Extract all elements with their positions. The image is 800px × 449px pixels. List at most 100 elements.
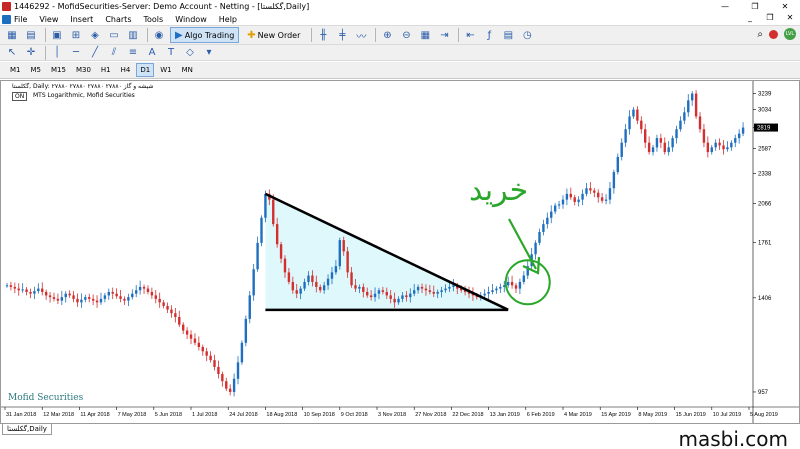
label-tool-icon[interactable]: T: [163, 45, 179, 61]
price-chart[interactable]: 3239303428192587233820661761140695728193…: [1, 81, 799, 423]
candle-body: [334, 266, 338, 273]
text-tool-icon[interactable]: A: [144, 45, 160, 61]
candle-body: [9, 285, 13, 287]
candle-body: [189, 334, 193, 339]
menu-view[interactable]: View: [39, 15, 58, 24]
indicator-on-button[interactable]: ON: [12, 92, 28, 101]
search-icon[interactable]: ⌕: [757, 29, 763, 40]
candle-body: [315, 281, 318, 287]
terminal-icon[interactable]: ▭: [106, 27, 122, 43]
periods-icon[interactable]: ◷: [519, 27, 535, 43]
timeframe-mn[interactable]: MN: [178, 63, 197, 77]
candle-body: [287, 272, 291, 282]
algo-trading-button[interactable]: ▶ Algo Trading: [170, 27, 240, 43]
close-button[interactable]: ✕: [770, 0, 800, 13]
crosshair-icon[interactable]: ✛: [23, 45, 39, 61]
timeframe-m15[interactable]: M15: [47, 63, 70, 77]
mdi-close-button[interactable]: ✕: [780, 13, 800, 22]
candle-body: [397, 298, 400, 303]
candle-body: [487, 291, 490, 294]
navigator-icon[interactable]: ◈: [87, 27, 103, 43]
timeframe-m30[interactable]: M30: [72, 63, 95, 77]
menu-charts[interactable]: Charts: [105, 15, 131, 24]
fibonacci-icon[interactable]: ≡: [125, 45, 141, 61]
timeframe-m5[interactable]: M5: [27, 63, 46, 77]
profiles-icon[interactable]: ▤: [23, 27, 39, 43]
candle-body: [499, 286, 502, 289]
timeframe-w1[interactable]: W1: [156, 63, 175, 77]
candle-body: [91, 298, 95, 301]
menu-file[interactable]: File: [14, 15, 27, 24]
candle-body: [436, 291, 439, 294]
auto-scroll-icon[interactable]: ⇥: [436, 27, 452, 43]
cursor-icon[interactable]: ↖: [4, 45, 20, 61]
candle-body: [13, 286, 17, 289]
channel-icon[interactable]: ⫽: [106, 45, 122, 61]
candle-body: [48, 295, 52, 298]
indicators-icon[interactable]: ƒ: [481, 27, 497, 43]
candle-body: [358, 286, 361, 289]
candle-body: [600, 197, 604, 201]
mdi-restore-button[interactable]: ❐: [760, 13, 780, 22]
minimize-button[interactable]: —: [710, 0, 740, 13]
chart-tab[interactable]: گکلستا,Daily: [2, 424, 52, 435]
candle-body: [111, 291, 114, 294]
line-chart-icon[interactable]: 〰: [353, 27, 369, 43]
new-chart-icon[interactable]: ▦: [4, 27, 20, 43]
mdi-minimize-button[interactable]: _: [740, 13, 760, 22]
timeframe-m1[interactable]: M1: [6, 63, 25, 77]
bar-chart-icon[interactable]: ╫: [315, 27, 331, 43]
x-tick-label: 15 Apr 2019: [601, 412, 631, 418]
candlestick-chart-icon[interactable]: ╪: [334, 27, 350, 43]
candle-body: [389, 295, 392, 299]
menu-help[interactable]: Help: [219, 15, 237, 24]
candle-body: [632, 109, 635, 117]
toolbar-divider: [311, 28, 313, 42]
trendline-icon[interactable]: ╱: [87, 45, 103, 61]
chart-shift-icon[interactable]: ⇤: [462, 27, 478, 43]
menu-tools[interactable]: Tools: [143, 15, 163, 24]
x-tick-label: 8 May 2019: [638, 412, 667, 418]
candle-body: [644, 129, 647, 143]
candle-body: [205, 351, 208, 356]
zoom-in-icon[interactable]: ⊕: [379, 27, 395, 43]
y-tick-label: 1761: [758, 241, 772, 247]
candle-body: [131, 293, 134, 298]
more-tools-icon[interactable]: ▾: [201, 45, 217, 61]
templates-icon[interactable]: ▤: [500, 27, 516, 43]
candle-body: [291, 281, 295, 291]
candle-body: [260, 217, 263, 243]
timeframe-d1[interactable]: D1: [136, 63, 155, 77]
timeframe-h4[interactable]: H4: [117, 63, 135, 77]
strategy-tester-icon[interactable]: ▥: [125, 27, 141, 43]
notification-icon[interactable]: [769, 29, 778, 39]
vertical-line-icon[interactable]: │: [49, 45, 65, 61]
candle-body: [730, 142, 733, 148]
shapes-icon[interactable]: ◇: [182, 45, 198, 61]
candle-body: [432, 291, 435, 294]
candle-body: [409, 293, 412, 298]
horizontal-line-icon[interactable]: ─: [68, 45, 84, 61]
y-tick-label: 2587: [758, 147, 772, 153]
timeframe-h1[interactable]: H1: [97, 63, 115, 77]
zoom-out-icon[interactable]: ⊖: [398, 27, 414, 43]
menu-insert[interactable]: Insert: [70, 15, 93, 24]
candle-body: [162, 302, 165, 306]
data-window-icon[interactable]: ⊞: [68, 27, 84, 43]
menu-window[interactable]: Window: [175, 15, 207, 24]
candle-body: [694, 93, 698, 117]
x-tick-label: 11 Apr 2018: [80, 412, 109, 418]
toolbar-divider: [147, 28, 148, 42]
market-watch-icon[interactable]: ▣: [49, 27, 65, 43]
tile-windows-icon[interactable]: ▦: [417, 27, 433, 43]
maximize-button[interactable]: ❐: [740, 0, 770, 13]
candle-body: [448, 286, 451, 289]
new-order-button[interactable]: ✚ New Order: [242, 27, 305, 43]
y-tick-label: 2338: [758, 171, 772, 177]
algo-trading-icon: ▶: [175, 29, 183, 41]
chart-window[interactable]: 3239303428192587233820661761140695728193…: [0, 80, 800, 424]
lvl-badge[interactable]: LVL: [784, 28, 796, 40]
signals-icon[interactable]: ◉: [151, 27, 167, 43]
candle-body: [550, 211, 553, 218]
candle-body: [373, 293, 377, 298]
